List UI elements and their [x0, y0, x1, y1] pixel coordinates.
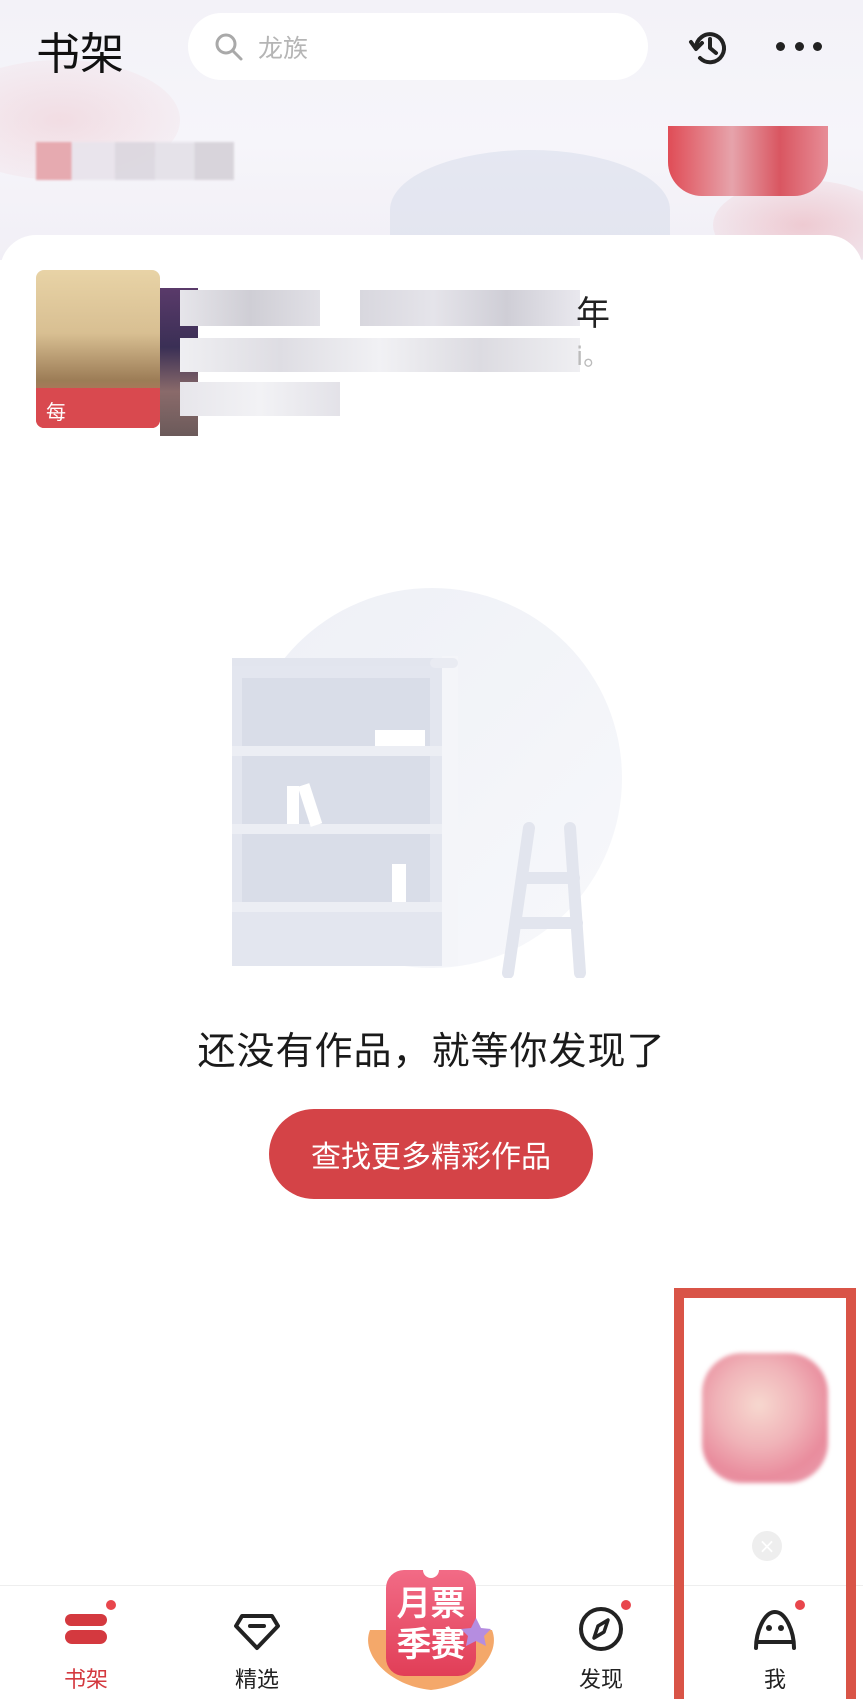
promo-title-tail: 年 [576, 294, 610, 334]
book-cover: 每 [36, 270, 160, 428]
discover-badge-dot [619, 1598, 633, 1612]
diamond-icon [232, 1604, 282, 1654]
empty-bookshelf-illustration [232, 588, 652, 979]
badge-line1: 月票 [397, 1584, 465, 1624]
promo-banner[interactable]: 每 年 i。 [36, 270, 636, 440]
cover-badge: 每 [36, 388, 160, 428]
bookshelf-icon [61, 1604, 111, 1654]
compass-icon [576, 1604, 626, 1654]
empty-state-message: 还没有作品，就等你发现了 [197, 1029, 666, 1073]
page-title: 书架 [36, 29, 124, 80]
badge-line2: 季赛 [397, 1625, 466, 1665]
search-bar[interactable]: 龙族 [188, 13, 648, 80]
blurred-header-button[interactable] [668, 126, 828, 196]
highlight-annotation-box [674, 1288, 856, 1699]
promo-subtitle-tail: i。 [576, 342, 610, 372]
search-icon [214, 32, 244, 62]
nav-label-bookshelf: 书架 [63, 1668, 108, 1693]
blurred-header-info [36, 142, 234, 180]
monthly-ticket-season-badge[interactable]: 月票 季赛 [350, 1560, 512, 1696]
history-icon[interactable] [688, 26, 732, 70]
find-more-button[interactable]: 查找更多精彩作品 [269, 1109, 593, 1199]
nav-item-featured[interactable]: 精选 [197, 1586, 317, 1699]
bookshelf-badge-dot [104, 1598, 118, 1612]
nav-item-discover[interactable]: 发现 [541, 1586, 661, 1699]
more-options-icon[interactable] [776, 36, 822, 56]
nav-label-featured: 精选 [234, 1668, 279, 1693]
nav-label-discover: 发现 [578, 1668, 623, 1693]
nav-item-bookshelf[interactable]: 书架 [26, 1586, 146, 1699]
search-placeholder: 龙族 [258, 33, 309, 63]
bookshelf-page: 书架 龙族 每 年 i。 还没有作品，就等你发现了 查找更多精彩作品 × 书架 … [0, 0, 863, 1699]
